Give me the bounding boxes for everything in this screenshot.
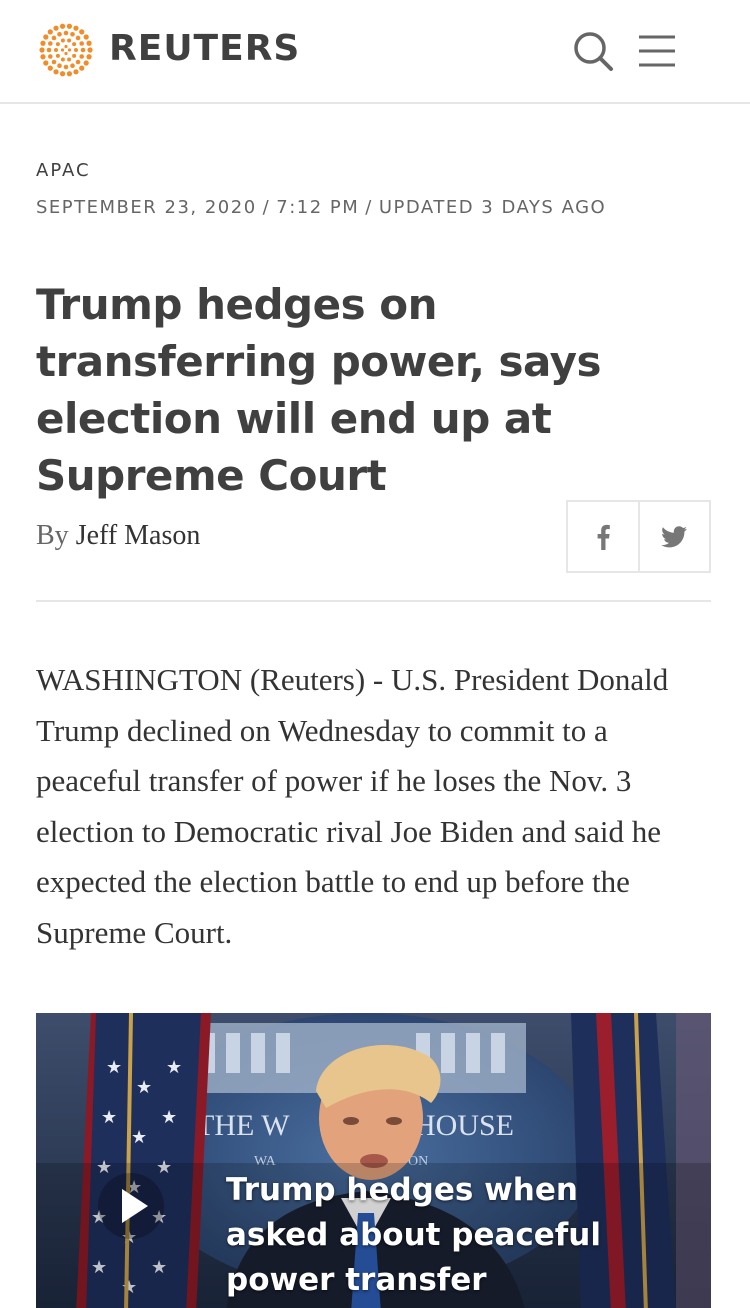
logo-dot: [63, 30, 69, 36]
twitter-share-button[interactable]: [637, 502, 710, 571]
logo-dot: [80, 47, 86, 53]
site-header: REUTERS: [0, 0, 750, 104]
svg-text:★: ★: [106, 1057, 122, 1078]
article-dateline: SEPTEMBER 23, 2020/7:12 PM / UPDATED 3 DAY…: [36, 197, 607, 218]
play-icon[interactable]: [96, 1171, 166, 1241]
logo-dot: [55, 53, 60, 58]
logo-dot: [73, 25, 79, 31]
logo-dot: [47, 29, 53, 35]
logo-dot: [40, 40, 46, 46]
logo-dot: [47, 41, 53, 46]
logo-dot: [79, 41, 85, 46]
logo-dot: [75, 59, 81, 65]
svg-text:★: ★: [136, 1077, 152, 1098]
publish-time: 7:12 PM: [276, 197, 360, 218]
logo-dot: [79, 54, 85, 59]
article-body-paragraph: WASHINGTON (Reuters) - U.S. President Do…: [36, 662, 669, 950]
logo-dot: [66, 71, 73, 77]
logo-dot: [64, 44, 68, 49]
logo-dot: [83, 60, 89, 66]
logo-dot: [74, 48, 78, 52]
facebook-icon: [597, 524, 610, 550]
logo-dot: [86, 40, 92, 46]
logo-dot: [43, 34, 49, 40]
byline: By Jeff Mason: [36, 520, 200, 552]
logo-dot: [60, 57, 65, 62]
logo-dot: [86, 54, 92, 60]
logo-dot: [72, 42, 77, 47]
updated-label: UPDATED 3 DAYS AGO: [378, 197, 607, 218]
logo-dot: [59, 71, 66, 77]
logo-dot: [87, 47, 93, 53]
facebook-share-button[interactable]: [568, 502, 638, 571]
logo-dot: [79, 65, 85, 71]
author-link[interactable]: Jeff Mason: [76, 520, 201, 551]
logo-dot: [51, 35, 57, 41]
reuters-logo-icon[interactable]: [35, 22, 97, 78]
logo-dot: [63, 64, 69, 70]
search-icon[interactable]: [572, 30, 614, 72]
logo-dot: [55, 42, 60, 47]
publish-date: SEPTEMBER 23, 2020: [36, 197, 257, 218]
hamburger-menu-icon[interactable]: [636, 32, 678, 70]
logo-dot: [39, 47, 45, 53]
svg-text:★: ★: [161, 1107, 177, 1128]
logo-dot: [67, 57, 72, 62]
svg-text:★: ★: [101, 1107, 117, 1128]
logo-dot: [72, 53, 77, 58]
video-player[interactable]: THE W HOUSE WA ON ★★★ ★★★ ★★★ ★★★ ★★★: [36, 1013, 711, 1308]
logo-dot: [83, 34, 89, 40]
logo-dot: [73, 69, 79, 75]
share-buttons: [566, 500, 711, 573]
logo-dot: [60, 48, 65, 52]
article-headline: Trump hedges on transferring power, says…: [36, 280, 601, 500]
svg-text:★: ★: [131, 1127, 147, 1148]
twitter-icon: [661, 525, 688, 547]
logo-dot: [51, 59, 57, 65]
logo-dot: [53, 25, 59, 31]
logo-dot: [57, 31, 62, 37]
video-title[interactable]: Trump hedges when asked about peaceful p…: [226, 1168, 686, 1303]
logo-dot: [67, 38, 72, 43]
logo-dot: [43, 60, 49, 66]
logo-dot: [70, 31, 75, 37]
logo-dot: [53, 69, 59, 75]
backdrop-text-left: THE W: [196, 1109, 290, 1142]
logo-dot: [66, 23, 73, 29]
logo-dot: [79, 29, 85, 35]
logo-dot: [46, 47, 52, 53]
byline-prefix: By: [36, 520, 69, 551]
logo-dot: [47, 65, 53, 71]
svg-text:★: ★: [166, 1057, 182, 1078]
logo-dot: [47, 54, 53, 59]
logo-dot: [57, 63, 62, 69]
logo-dot: [60, 38, 65, 43]
logo-dot: [54, 48, 58, 52]
logo-dot: [59, 23, 66, 29]
section-label[interactable]: APAC: [36, 160, 91, 181]
byline-divider: [36, 600, 711, 602]
logo-dot: [75, 35, 81, 41]
logo-dot: [64, 51, 68, 56]
backdrop-text-right: HOUSE: [414, 1109, 514, 1142]
logo-dot: [70, 63, 75, 69]
brand-name[interactable]: REUTERS: [109, 28, 300, 69]
logo-dot: [40, 54, 46, 60]
logo-dot: [67, 48, 72, 52]
